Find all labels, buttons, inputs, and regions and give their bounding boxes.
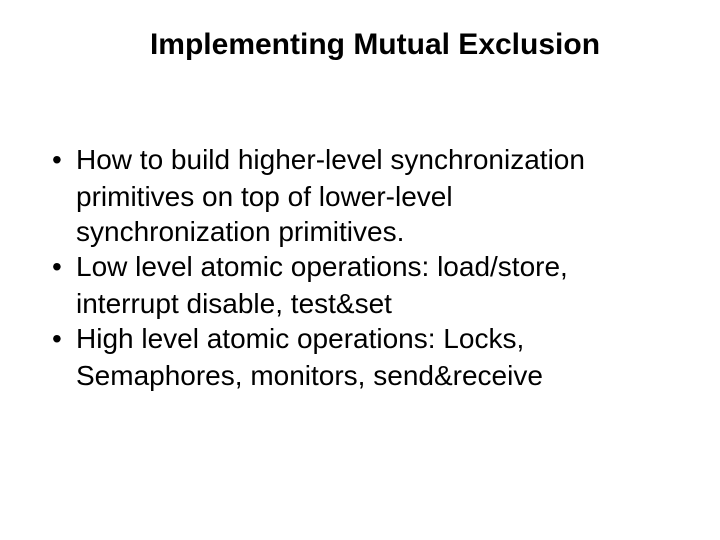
bullet-item: • Low level atomic operations: load/stor… bbox=[48, 249, 680, 284]
bullet-dot-icon: • bbox=[48, 321, 76, 356]
bullet-text: Low level atomic operations: load/store, bbox=[76, 249, 680, 284]
slide-body: • How to build higher-level synchronizat… bbox=[40, 142, 680, 393]
bullet-text: High level atomic operations: Locks, bbox=[76, 321, 680, 356]
bullet-dot-icon: • bbox=[48, 249, 76, 284]
bullet-text-cont: interrupt disable, test&set bbox=[48, 286, 680, 321]
bullet-text-cont: Semaphores, monitors, send&receive bbox=[48, 358, 680, 393]
bullet-text-cont: primitives on top of lower-level bbox=[48, 179, 680, 214]
bullet-text: How to build higher-level synchronizatio… bbox=[76, 142, 680, 177]
bullet-item: • High level atomic operations: Locks, bbox=[48, 321, 680, 356]
bullet-item: • How to build higher-level synchronizat… bbox=[48, 142, 680, 177]
slide-title: Implementing Mutual Exclusion bbox=[40, 28, 680, 62]
bullet-dot-icon: • bbox=[48, 142, 76, 177]
bullet-text-cont: synchronization primitives. bbox=[48, 214, 680, 249]
